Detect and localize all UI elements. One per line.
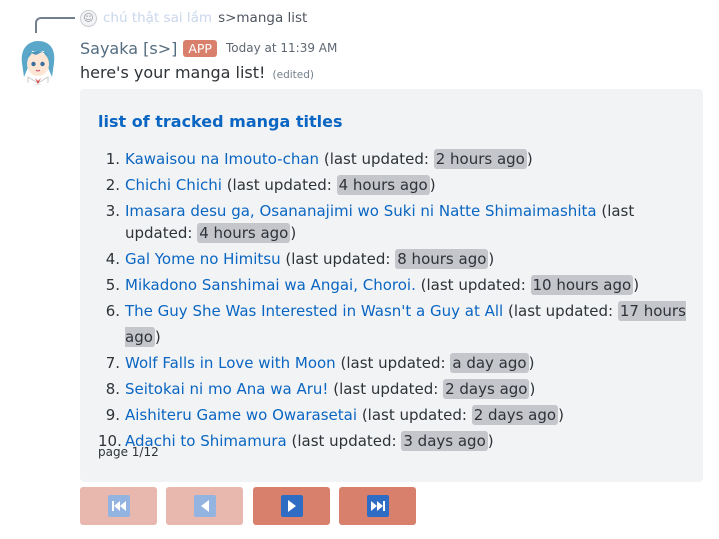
manga-title-link[interactable]: Chichi Chichi [125,176,222,194]
edited-label: (edited) [272,69,315,81]
last-page-icon [366,495,389,517]
previous-page-icon [193,495,216,517]
list-item-text: Imasara desu ga, Osananajimi wo Suki ni … [125,200,688,244]
reply-content[interactable]: s>manga list [218,10,307,26]
last-updated-suffix: ) [633,276,640,294]
manga-title-link[interactable]: Mikadono Sanshimai wa Angai, Choroi. [125,276,416,294]
message-header: Sayaka [s>] APP Today at 11:39 AM [80,37,337,59]
embed-title: list of tracked manga titles [98,112,343,131]
list-item-text: Aishiteru Game wo Owarasetai (last updat… [125,402,564,428]
list-item-number: 6. [105,302,120,320]
manga-title-link[interactable]: Wolf Falls in Love with Moon [125,354,336,372]
last-updated-suffix: ) [487,432,494,450]
list-item: 4. Gal Yome no Himitsu (last updated: 8 h… [98,246,688,272]
last-updated-suffix: ) [154,328,161,346]
list-item: 6. The Guy She Was Interested in Wasn't a… [98,298,688,350]
last-updated-prefix: (last updated: [361,406,472,424]
previous-page-button[interactable] [166,487,243,525]
list-item-text: Kawaisou na Imouto-chan (last updated: 2… [125,146,533,172]
manga-title-link[interactable]: The Guy She Was Interested in Wasn't a G… [125,302,503,320]
next-page-button[interactable] [253,487,330,525]
list-item-text: Adachi to Shimamura (last updated: 3 day… [125,428,494,454]
list-item-text: Chichi Chichi (last updated: 4 hours ago… [125,172,436,198]
last-updated-value: 4 hours ago [197,223,291,243]
reply-author[interactable]: chú thật sai lầm [103,10,212,26]
last-page-button[interactable] [339,487,416,525]
list-item: 7. Wolf Falls in Love with Moon (last upd… [98,350,688,376]
list-item-text: Wolf Falls in Love with Moon (last updat… [125,350,534,376]
list-item-number: 7. [105,354,120,372]
list-item: 10. Adachi to Shimamura (last updated: 3 … [98,428,688,454]
first-page-button[interactable] [80,487,157,525]
last-updated-value: a day ago [450,353,529,373]
reply-spine [35,17,75,33]
list-item-number: 9. [105,406,120,424]
last-updated-suffix: ) [558,406,564,424]
list-item: 3. Imasara desu ga, Osananajimi wo Suki n… [98,198,688,246]
timestamp: Today at 11:39 AM [225,41,338,55]
last-updated-suffix: ) [429,176,436,194]
first-page-icon [107,495,130,517]
list-item-text: Gal Yome no Himitsu (last updated: 8 hou… [125,246,494,272]
last-updated-value: 2 days ago [443,379,530,399]
list-item-number: 1. [105,150,120,168]
list-item-number: 4. [105,250,120,268]
list-item: 2. Chichi Chichi (last updated: 4 hours a… [98,172,688,198]
manga-title-link[interactable]: Gal Yome no Himitsu [125,250,281,268]
list-item: 5. Mikadono Sanshimai wa Angai, Choroi. (… [98,272,688,298]
manga-title-link[interactable]: Imasara desu ga, Osananajimi wo Suki ni … [125,202,597,220]
username[interactable]: Sayaka [s>] [80,39,177,58]
next-page-icon [280,495,303,517]
last-updated-prefix: (last updated: [333,380,444,398]
last-updated-suffix: ) [526,150,533,168]
last-updated-prefix: (last updated: [420,276,531,294]
reply-preview[interactable]: ☺ chú thật sai lầm s>manga list [80,9,307,27]
last-updated-value: 4 hours ago [336,175,430,195]
message-text: here's your manga list! (edited) [80,63,314,82]
list-item-text: Mikadono Sanshimai wa Angai, Choroi. (la… [125,272,639,298]
list-item: 9. Aishiteru Game wo Owarasetai (last upd… [98,402,688,428]
manga-title-link[interactable]: Seitokai ni mo Ana wa Aru! [125,380,328,398]
list-item: 1. Kawaisou na Imouto-chan (last updated:… [98,146,688,172]
last-updated-value: 2 hours ago [433,149,527,169]
list-item-text: The Guy She Was Interested in Wasn't a G… [125,298,688,350]
app-badge: APP [183,39,217,57]
list-item: 8. Seitokai ni mo Ana wa Aru! (last updat… [98,376,688,402]
list-item-number: 3. [105,202,120,220]
last-updated-prefix: (last updated: [508,302,618,320]
last-updated-prefix: (last updated: [323,150,434,168]
avatar[interactable] [14,37,62,85]
reply-avatar: ☺ [80,9,97,27]
last-updated-suffix: ) [529,380,536,398]
last-updated-value: 10 hours ago [530,275,634,295]
last-updated-prefix: (last updated: [291,432,402,450]
list-item-number: 5. [105,276,120,294]
last-updated-value: 8 hours ago [395,249,489,269]
last-updated-value: 3 days ago [401,431,488,451]
last-updated-suffix: ) [488,250,495,268]
manga-list: 1. Kawaisou na Imouto-chan (last updated:… [98,146,688,454]
last-updated-prefix: (last updated: [340,354,451,372]
last-updated-value: 2 days ago [471,405,559,425]
list-item-number: 2. [105,176,120,194]
embed: list of tracked manga titles 1. Kawaisou … [80,89,703,482]
manga-title-link[interactable]: Kawaisou na Imouto-chan [125,150,319,168]
manga-title-link[interactable]: Aishiteru Game wo Owarasetai [125,406,357,424]
last-updated-suffix: ) [290,224,297,242]
list-item-text: Seitokai ni mo Ana wa Aru! (last updated… [125,376,535,402]
list-item-number: 8. [105,380,120,398]
last-updated-suffix: ) [528,354,535,372]
last-updated-prefix: (last updated: [285,250,396,268]
embed-footer: page 1/12 [98,445,159,459]
last-updated-prefix: (last updated: [226,176,337,194]
message-body: here's your manga list! [80,63,266,82]
